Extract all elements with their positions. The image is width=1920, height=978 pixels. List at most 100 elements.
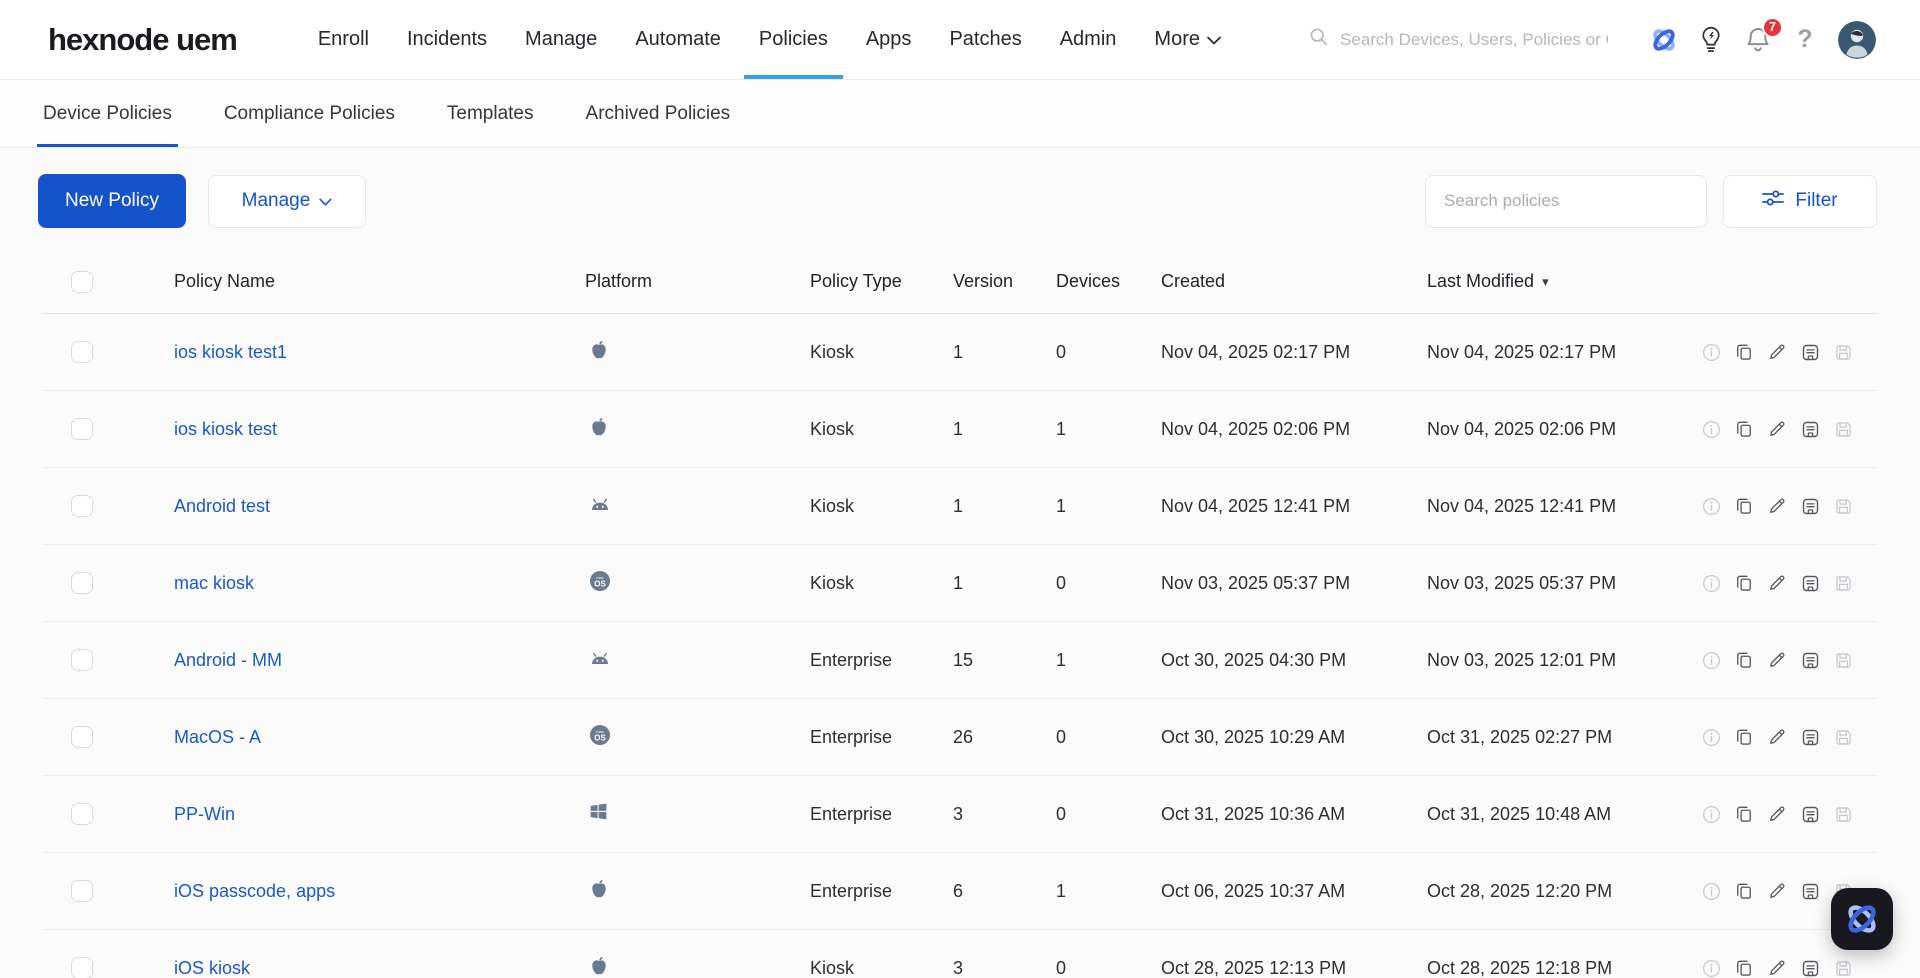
version-cell: 3 [953,957,964,978]
duplicate-icon[interactable] [1733,418,1755,440]
row-checkbox[interactable] [71,957,93,978]
col-policy-type[interactable]: Policy Type [810,271,953,292]
nav-apps[interactable]: Apps [847,0,931,79]
edit-icon[interactable] [1766,957,1788,978]
nav-automate[interactable]: Automate [616,0,740,79]
info-icon[interactable] [1700,880,1722,902]
nav-incidents[interactable]: Incidents [388,0,506,79]
row-checkbox[interactable] [71,572,93,594]
save-icon[interactable] [1832,341,1854,363]
search-icon [1308,26,1330,53]
save-icon[interactable] [1832,957,1854,978]
hexnode-genie-chat-button[interactable] [1831,888,1893,950]
notifications-bell-icon[interactable]: 7 [1741,16,1783,59]
col-last-modified[interactable]: Last Modified ▾ [1427,271,1688,292]
col-version[interactable]: Version [953,271,1056,292]
archive-icon[interactable] [1799,957,1821,978]
select-all-checkbox[interactable] [71,270,93,293]
duplicate-icon[interactable] [1733,495,1755,517]
edit-icon[interactable] [1766,572,1788,594]
row-checkbox[interactable] [71,341,93,363]
duplicate-icon[interactable] [1733,649,1755,671]
edit-icon[interactable] [1766,495,1788,517]
row-checkbox[interactable] [71,418,93,440]
edit-icon[interactable] [1766,803,1788,825]
duplicate-icon[interactable] [1733,880,1755,902]
archive-icon[interactable] [1799,418,1821,440]
policy-name-link[interactable]: iOS kiosk [174,958,250,978]
info-icon[interactable] [1700,341,1722,363]
save-icon[interactable] [1832,803,1854,825]
nav-policies[interactable]: Policies [740,0,847,79]
row-checkbox[interactable] [71,726,93,748]
row-checkbox[interactable] [71,803,93,825]
save-icon[interactable] [1832,726,1854,748]
save-icon[interactable] [1832,649,1854,671]
policy-name-link[interactable]: ios kiosk test1 [174,342,287,362]
edit-icon[interactable] [1766,418,1788,440]
info-icon[interactable] [1700,649,1722,671]
policy-name-link[interactable]: Android - MM [174,650,282,670]
policy-name-link[interactable]: Android test [174,496,270,516]
edit-icon[interactable] [1766,341,1788,363]
tab-archived-policies[interactable]: Archived Policies [586,80,731,147]
table-row: iOS passcode, apps Enterprise 6 1 Oct 06… [43,853,1877,930]
nav-patches[interactable]: Patches [930,0,1040,79]
tab-templates[interactable]: Templates [447,80,534,147]
info-icon[interactable] [1700,803,1722,825]
edit-icon[interactable] [1766,880,1788,902]
col-devices[interactable]: Devices [1056,271,1161,292]
policy-name-link[interactable]: MacOS - A [174,727,261,747]
nav-more[interactable]: More [1135,0,1240,79]
search-policies-input[interactable] [1425,174,1707,228]
archive-icon[interactable] [1799,495,1821,517]
policy-name-link[interactable]: PP-Win [174,804,235,824]
tab-compliance-policies[interactable]: Compliance Policies [224,80,395,147]
filter-button[interactable]: Filter [1723,174,1877,228]
edit-icon[interactable] [1766,649,1788,671]
tab-device-policies[interactable]: Device Policies [37,80,178,147]
save-icon[interactable] [1832,572,1854,594]
nav-manage[interactable]: Manage [506,0,616,79]
nav-admin[interactable]: Admin [1041,0,1136,79]
hexnode-logo[interactable]: hexnode uem [48,22,238,58]
archive-icon[interactable] [1799,803,1821,825]
archive-icon[interactable] [1799,880,1821,902]
row-checkbox[interactable] [71,495,93,517]
info-icon[interactable] [1700,957,1722,978]
duplicate-icon[interactable] [1733,803,1755,825]
user-avatar[interactable] [1838,20,1876,59]
new-policy-button[interactable]: New Policy [38,174,186,228]
hexnode-genie-button[interactable] [1647,21,1681,59]
archive-icon[interactable] [1799,649,1821,671]
col-policy-name[interactable]: Policy Name [174,271,585,292]
created-cell: Nov 03, 2025 05:37 PM [1161,572,1351,593]
save-icon[interactable] [1832,495,1854,517]
duplicate-icon[interactable] [1733,341,1755,363]
row-checkbox[interactable] [71,649,93,671]
info-icon[interactable] [1700,418,1722,440]
save-icon[interactable] [1832,418,1854,440]
row-actions [1688,649,1877,671]
col-created[interactable]: Created [1161,271,1427,292]
duplicate-icon[interactable] [1733,572,1755,594]
info-icon[interactable] [1700,726,1722,748]
row-checkbox[interactable] [71,880,93,902]
col-platform[interactable]: Platform [585,271,810,292]
policy-name-link[interactable]: iOS passcode, apps [174,881,335,901]
archive-icon[interactable] [1799,726,1821,748]
duplicate-icon[interactable] [1733,957,1755,978]
global-search-input[interactable] [1340,29,1608,50]
help-icon[interactable]: ? [1788,21,1822,59]
whats-new-lightbulb-icon[interactable] [1694,21,1728,59]
manage-dropdown-button[interactable]: Manage [208,174,366,228]
policy-name-link[interactable]: ios kiosk test [174,419,277,439]
nav-enroll[interactable]: Enroll [299,0,388,79]
info-icon[interactable] [1700,572,1722,594]
archive-icon[interactable] [1799,341,1821,363]
edit-icon[interactable] [1766,726,1788,748]
policy-name-link[interactable]: mac kiosk [174,573,254,593]
info-icon[interactable] [1700,495,1722,517]
duplicate-icon[interactable] [1733,726,1755,748]
archive-icon[interactable] [1799,572,1821,594]
